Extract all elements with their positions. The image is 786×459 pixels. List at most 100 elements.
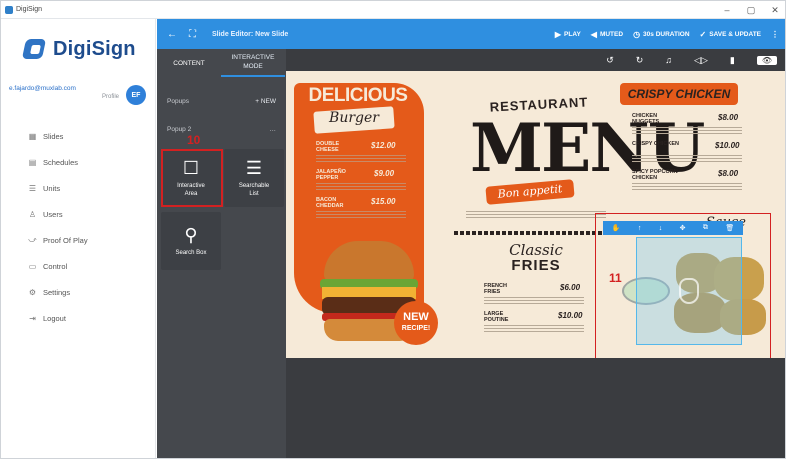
sidebar-item-control[interactable]: ▭ Control bbox=[1, 253, 156, 279]
new-label: NEW bbox=[403, 311, 429, 323]
window-controls: – ▢ ✕ bbox=[715, 1, 785, 19]
avatar[interactable]: EF bbox=[126, 85, 146, 105]
mute-button[interactable]: ◀ MUTED bbox=[591, 30, 623, 39]
menu-item-price: $8.00 bbox=[718, 169, 739, 178]
music-icon[interactable]: ♫ bbox=[665, 55, 672, 65]
window-titlebar: DigiSign – ▢ ✕ bbox=[1, 1, 785, 19]
sidebar-item-schedules[interactable]: ▤ Schedules bbox=[1, 149, 156, 175]
units-icon: ☰ bbox=[28, 183, 37, 193]
user-block[interactable]: e.fajardo@muxlab.com Profile EF bbox=[9, 85, 149, 109]
sidebar-item-label: Logout bbox=[43, 313, 66, 323]
sidebar-item-proof-of-play[interactable]: ⤻ Proof Of Play bbox=[1, 227, 156, 253]
new-popup-button[interactable]: + NEW bbox=[255, 98, 276, 105]
hand-icon[interactable]: ✋ bbox=[612, 224, 621, 232]
duration-button[interactable]: ◷ 30s DURATION bbox=[633, 30, 689, 39]
more-menu-button[interactable]: ⋮ bbox=[771, 30, 779, 39]
user-profile-link[interactable]: Profile bbox=[69, 94, 119, 100]
minimize-button[interactable]: – bbox=[715, 1, 739, 19]
maximize-button[interactable]: ▢ bbox=[739, 1, 763, 19]
arrow-up-icon[interactable]: ↑ bbox=[638, 225, 642, 232]
menu-item-name: JALAPEÑO PEPPER bbox=[316, 169, 346, 181]
duration-label: 30s DURATION bbox=[643, 30, 690, 38]
tab-content[interactable]: CONTENT bbox=[157, 49, 221, 77]
close-button[interactable]: ✕ bbox=[763, 1, 785, 19]
stage-background bbox=[286, 358, 785, 458]
sidebar-item-label: Schedules bbox=[43, 157, 79, 167]
menu-item-name: DOUBLE CHEESE bbox=[316, 141, 340, 153]
new-recipe-badge: NEW RECIPE! bbox=[394, 301, 438, 345]
interactive-area-selection[interactable] bbox=[636, 237, 742, 345]
menu-item-name: CRISPY CHICKEN bbox=[632, 141, 679, 147]
sidebar-item-logout[interactable]: ⇥ Logout bbox=[1, 305, 156, 331]
sidebar-item-users[interactable]: ♙ Users bbox=[1, 201, 156, 227]
proof-icon: ⤻ bbox=[28, 235, 37, 244]
window-app-name: DigiSign bbox=[16, 6, 43, 13]
sidebar-item-settings[interactable]: ⚙ Settings bbox=[1, 279, 156, 305]
tab-interactive-mode[interactable]: INTERACTIVE MODE bbox=[221, 49, 285, 77]
undo-icon[interactable]: ↺ bbox=[606, 55, 614, 66]
sidebar-item-label: Slides bbox=[43, 131, 64, 141]
back-arrow-icon[interactable]: ← bbox=[167, 29, 177, 40]
device-icon[interactable]: ▮ bbox=[730, 55, 735, 66]
menu-description bbox=[632, 183, 742, 191]
menu-item-name: LARGE POUTINE bbox=[484, 311, 509, 323]
editor-panel: CONTENT INTERACTIVE MODE Popups + NEW Po… bbox=[157, 49, 286, 458]
calendar-icon: ▤ bbox=[28, 157, 37, 167]
menu-description bbox=[632, 127, 742, 135]
menu-description bbox=[316, 211, 406, 219]
preview-eye-icon[interactable]: 👁 bbox=[756, 55, 777, 65]
play-icon: ▶ bbox=[554, 29, 562, 39]
menu-description bbox=[316, 155, 406, 163]
brand-name: DigiSign bbox=[53, 37, 136, 60]
sidebar-item-label: Control bbox=[43, 261, 68, 271]
sidebar-nav: ▦ Slides ▤ Schedules ☰ Units ♙ Users ⤻ Proof … bbox=[1, 123, 156, 331]
mute-label: MUTED bbox=[599, 30, 624, 38]
code-icon[interactable]: ◁▷ bbox=[694, 55, 708, 66]
popup-menu-icon[interactable]: … bbox=[270, 126, 277, 133]
crispy-chicken-heading: CRISPY CHICKEN bbox=[627, 87, 731, 101]
burger-heading: Burger bbox=[329, 110, 379, 126]
gear-icon: ⚙ bbox=[28, 287, 37, 297]
app-window: DigiSign – ▢ ✕ DigiSign e.fajardo@muxlab… bbox=[0, 0, 786, 459]
redo-icon[interactable]: ↻ bbox=[636, 55, 644, 66]
tool-label: Searchable List bbox=[238, 183, 270, 197]
editor-topbar: ← ⛶ Slide Editor: New Slide ▶ PLAY ◀ MUTED… bbox=[157, 19, 785, 49]
menu-item-name: BACON CHEDDAR bbox=[316, 197, 344, 209]
sidebar-item-label: Units bbox=[43, 183, 61, 193]
duplicate-icon[interactable]: ⧉ bbox=[703, 224, 708, 232]
users-icon: ♙ bbox=[28, 209, 37, 219]
search-box-tool[interactable]: ⚲ Search Box bbox=[161, 212, 221, 270]
topbar-left: ← ⛶ Slide Editor: New Slide bbox=[157, 29, 288, 40]
searchable-list-tool[interactable]: ☰ Searchable List bbox=[224, 149, 284, 207]
play-label: PLAY bbox=[564, 30, 581, 38]
logout-icon: ⇥ bbox=[29, 313, 36, 323]
annotation-number-10: 10 bbox=[187, 133, 201, 147]
sidebar-item-label: Users bbox=[43, 209, 63, 219]
menu-item-price: $15.00 bbox=[371, 197, 396, 206]
delicious-heading: DELICIOUS bbox=[308, 85, 408, 106]
menu-item-price: $9.00 bbox=[374, 169, 395, 178]
expand-icon[interactable]: ⛶ bbox=[189, 29, 196, 40]
clock-icon: ◷ bbox=[633, 29, 641, 39]
annotation-box-10 bbox=[161, 149, 223, 207]
save-update-button[interactable]: ✓ SAVE & UPDATE bbox=[700, 30, 761, 39]
move-icon[interactable]: ✥ bbox=[680, 224, 686, 232]
popup-name: Popup 2 bbox=[167, 125, 192, 133]
sidebar-item-slides[interactable]: ▦ Slides bbox=[1, 123, 156, 149]
brand: DigiSign bbox=[23, 37, 136, 61]
menu-description bbox=[632, 155, 742, 163]
slide-canvas[interactable]: DELICIOUS Burger DOUBLE CHEESE $12.00 JA… bbox=[286, 71, 785, 358]
popup-item[interactable]: Popup 2 … bbox=[157, 121, 286, 137]
slides-icon: ▦ bbox=[28, 131, 37, 141]
arrow-down-icon[interactable]: ↓ bbox=[659, 225, 663, 232]
menu-item-price: $12.00 bbox=[371, 141, 396, 150]
play-button[interactable]: ▶ PLAY bbox=[555, 30, 581, 39]
window-app-label: DigiSign bbox=[1, 5, 43, 14]
trash-icon[interactable]: 🗑 bbox=[725, 224, 734, 232]
slide-editor: ← ⛶ Slide Editor: New Slide ▶ PLAY ◀ MUTED… bbox=[157, 19, 785, 458]
stage-toolbar: ↺ ↻ ♫ ◁▷ ▮ 👁 bbox=[286, 49, 785, 71]
check-icon: ✓ bbox=[699, 29, 707, 39]
menu-description bbox=[316, 183, 406, 191]
sidebar-item-units[interactable]: ☰ Units bbox=[1, 175, 156, 201]
menu-item-price: $8.00 bbox=[718, 113, 739, 122]
